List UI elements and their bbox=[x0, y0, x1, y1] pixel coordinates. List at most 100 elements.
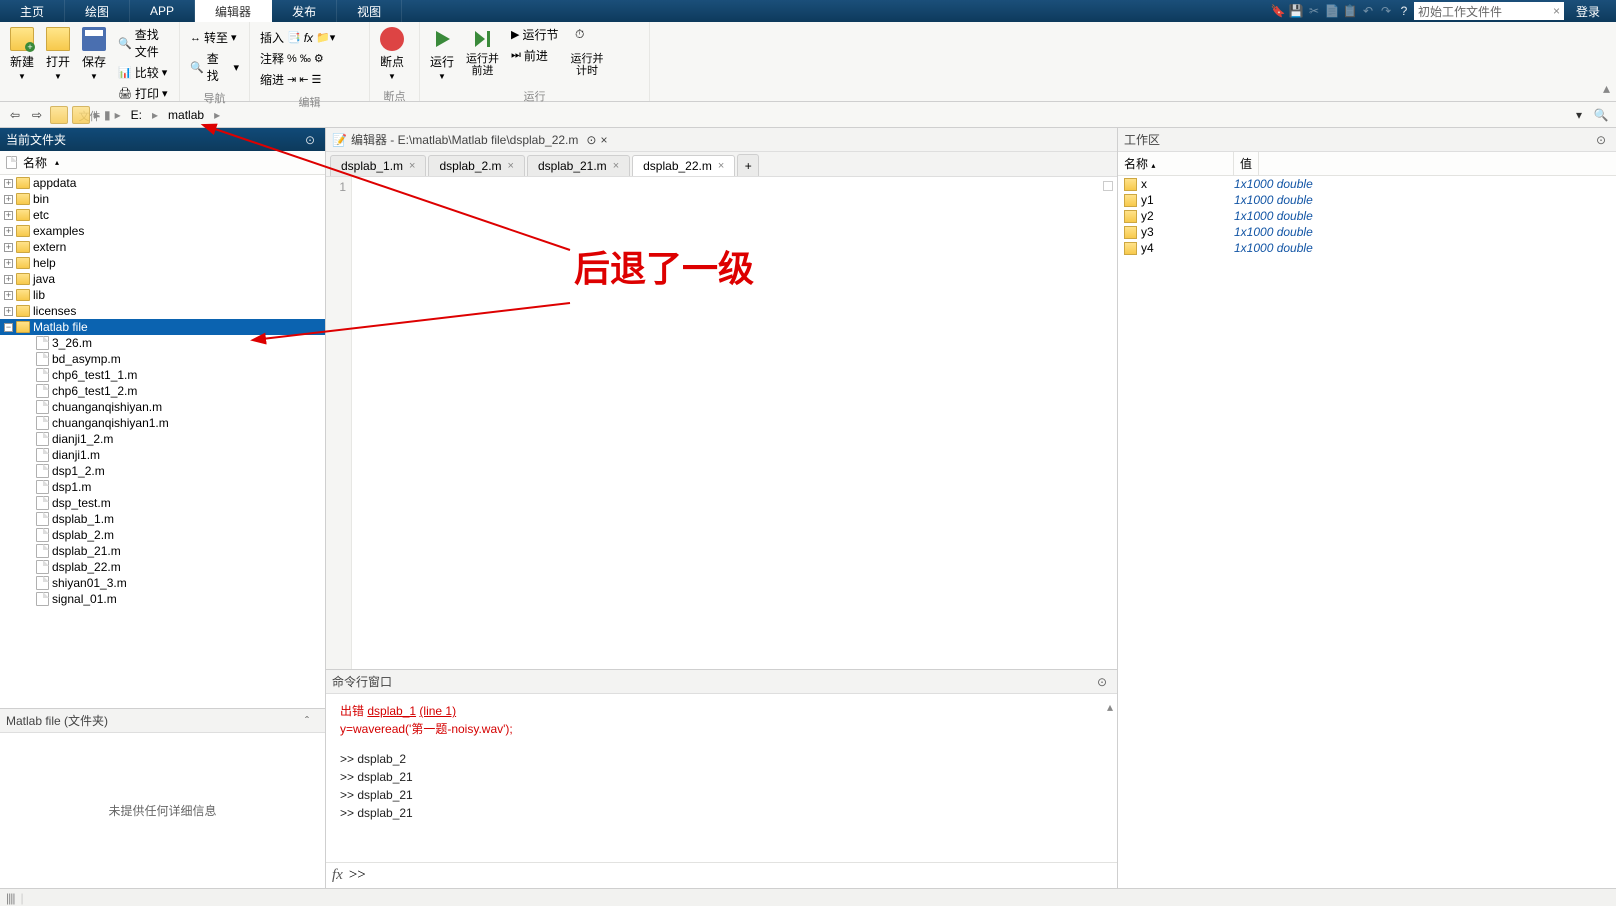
new-button[interactable]: +新建▼ bbox=[6, 25, 38, 83]
tab-close-icon[interactable]: × bbox=[718, 160, 724, 172]
path-dropdown-icon[interactable]: ▾ bbox=[1570, 106, 1588, 124]
file-item[interactable]: dsplab_22.m bbox=[0, 559, 325, 575]
workspace-var[interactable]: y21x1000 double bbox=[1118, 208, 1616, 224]
ws-menu-icon[interactable]: ⊙ bbox=[1596, 133, 1610, 147]
expand-icon[interactable]: + bbox=[4, 243, 13, 252]
new-tab-button[interactable]: + bbox=[737, 154, 759, 176]
run-advance-button[interactable]: 运行并 前进 bbox=[462, 25, 503, 79]
file-item[interactable]: signal_01.m bbox=[0, 591, 325, 607]
expand-icon[interactable]: + bbox=[4, 291, 13, 300]
shortcut-icon[interactable]: 🔖 bbox=[1270, 3, 1286, 19]
back-icon[interactable]: ⇦ bbox=[6, 106, 24, 124]
expand-icon[interactable]: + bbox=[4, 211, 13, 220]
editor-tab[interactable]: dsplab_1.m× bbox=[330, 155, 426, 176]
folder-item-java[interactable]: +java bbox=[0, 271, 325, 287]
advance-button[interactable]: ⏭ 前进 bbox=[507, 46, 562, 65]
fwd-icon[interactable]: ⇨ bbox=[28, 106, 46, 124]
file-item[interactable]: dsplab_21.m bbox=[0, 543, 325, 559]
editor-menu-icon[interactable]: ⊙ bbox=[586, 133, 596, 147]
tab-view[interactable]: 视图 bbox=[337, 0, 402, 22]
up-icon[interactable] bbox=[50, 106, 68, 124]
tab-close-icon[interactable]: × bbox=[409, 160, 415, 172]
cmd-menu-icon[interactable]: ⊙ bbox=[1097, 675, 1111, 689]
save-icon[interactable]: 💾 bbox=[1288, 3, 1304, 19]
copy-icon[interactable]: 📄 bbox=[1324, 3, 1340, 19]
command-output[interactable]: ▴ 出错 dsplab_1 (line 1) y=waveread('第一题-n… bbox=[326, 694, 1117, 862]
folder-item-help[interactable]: +help bbox=[0, 255, 325, 271]
file-item[interactable]: dianji1.m bbox=[0, 447, 325, 463]
tab-editor[interactable]: 编辑器 bbox=[195, 0, 272, 22]
workspace-columns[interactable]: 名称 ▴ 值 bbox=[1118, 152, 1616, 176]
error-file-link[interactable]: dsplab_1 bbox=[367, 704, 416, 718]
indent-button[interactable]: 缩进 ⇥ ⇤ ☰ bbox=[256, 70, 325, 89]
ws-col-name[interactable]: 名称 ▴ bbox=[1118, 152, 1234, 175]
save-button[interactable]: 保存▼ bbox=[78, 25, 110, 83]
folder-tree[interactable]: +appdata+bin+etc+examples+extern+help+ja… bbox=[0, 175, 325, 708]
file-item[interactable]: chp6_test1_2.m bbox=[0, 383, 325, 399]
expand-icon[interactable]: − bbox=[4, 323, 13, 332]
run-time-button[interactable]: ⏱运行并 计时 bbox=[567, 25, 608, 79]
editor-tab[interactable]: dsplab_2.m× bbox=[428, 155, 524, 176]
command-prompt[interactable]: fx >> bbox=[326, 862, 1117, 888]
help-icon[interactable]: ? bbox=[1396, 3, 1412, 19]
workspace-var[interactable]: x1x1000 double bbox=[1118, 176, 1616, 192]
panel-menu-icon[interactable]: ⊙ bbox=[305, 133, 319, 147]
editor-status-icon[interactable] bbox=[1103, 181, 1113, 191]
folder-item-appdata[interactable]: +appdata bbox=[0, 175, 325, 191]
tab-plot[interactable]: 绘图 bbox=[65, 0, 130, 22]
file-item[interactable]: dianji1_2.m bbox=[0, 431, 325, 447]
folder-item-etc[interactable]: +etc bbox=[0, 207, 325, 223]
workspace-var[interactable]: y31x1000 double bbox=[1118, 224, 1616, 240]
comment-button[interactable]: 注释 % ‰ ⚙ bbox=[256, 49, 328, 68]
detail-header[interactable]: Matlab file (文件夹)ˆ bbox=[0, 709, 325, 733]
error-line-link[interactable]: (line 1) bbox=[419, 704, 456, 718]
code-area[interactable] bbox=[352, 177, 1117, 669]
code-editor[interactable]: 1 bbox=[326, 176, 1117, 669]
expand-icon[interactable]: + bbox=[4, 179, 13, 188]
file-item[interactable]: bd_asymp.m bbox=[0, 351, 325, 367]
goto-button[interactable]: ↔ 转至 ▾ bbox=[186, 28, 241, 47]
command-header[interactable]: 命令行窗口 ⊙ bbox=[326, 670, 1117, 694]
workspace-list[interactable]: x1x1000 doubley11x1000 doubley21x1000 do… bbox=[1118, 176, 1616, 888]
workspace-var[interactable]: y41x1000 double bbox=[1118, 240, 1616, 256]
tab-app[interactable]: APP bbox=[130, 0, 195, 22]
run-button[interactable]: 运行▼ bbox=[426, 25, 458, 83]
expand-icon[interactable]: + bbox=[4, 227, 13, 236]
workspace-var[interactable]: y11x1000 double bbox=[1118, 192, 1616, 208]
run-section-button[interactable]: ▶ 运行节 bbox=[507, 25, 562, 44]
undo-icon[interactable]: ↶ bbox=[1360, 3, 1376, 19]
cut-icon[interactable]: ✂ bbox=[1306, 3, 1322, 19]
file-item[interactable]: chuanganqishiyan1.m bbox=[0, 415, 325, 431]
tab-close-icon[interactable]: × bbox=[508, 160, 514, 172]
print-button[interactable]: 🖨 打印 ▾ bbox=[114, 84, 173, 103]
file-item[interactable]: dsp1.m bbox=[0, 479, 325, 495]
editor-header[interactable]: 📝 编辑器 - E:\matlab\Matlab file\dsplab_22.… bbox=[326, 128, 1117, 152]
file-item[interactable]: shiyan01_3.m bbox=[0, 575, 325, 591]
folder-item-matlab-file[interactable]: −Matlab file bbox=[0, 319, 325, 335]
folder-item-extern[interactable]: +extern bbox=[0, 239, 325, 255]
breakpoint-button[interactable]: 断点▼ bbox=[376, 25, 408, 83]
file-item[interactable]: dsplab_1.m bbox=[0, 511, 325, 527]
expand-icon[interactable]: + bbox=[4, 195, 13, 204]
file-item[interactable]: dsp1_2.m bbox=[0, 463, 325, 479]
ribbon-collapse-icon[interactable]: ▴ bbox=[1603, 80, 1610, 97]
folder-item-licenses[interactable]: +licenses bbox=[0, 303, 325, 319]
expand-icon[interactable]: + bbox=[4, 259, 13, 268]
fx-icon[interactable]: fx bbox=[332, 867, 343, 884]
folder-column-header[interactable]: 名称▴ bbox=[0, 151, 325, 175]
compare-button[interactable]: 📊 比较 ▾ bbox=[114, 63, 173, 82]
file-item[interactable]: dsp_test.m bbox=[0, 495, 325, 511]
open-button[interactable]: 打开▼ bbox=[42, 25, 74, 83]
file-item[interactable]: chp6_test1_1.m bbox=[0, 367, 325, 383]
file-item[interactable]: 3_26.m bbox=[0, 335, 325, 351]
detail-collapse-icon[interactable]: ˆ bbox=[305, 714, 319, 728]
tab-home[interactable]: 主页 bbox=[0, 0, 65, 22]
workspace-header[interactable]: 工作区 ⊙ bbox=[1118, 128, 1616, 152]
find-button[interactable]: 🔍 查找 ▾ bbox=[186, 49, 243, 85]
editor-close-icon[interactable]: × bbox=[600, 133, 607, 147]
tab-close-icon[interactable]: × bbox=[613, 160, 619, 172]
insert-button[interactable]: 插入 📑 fx 📁▾ bbox=[256, 28, 339, 47]
file-item[interactable]: chuanganqishiyan.m bbox=[0, 399, 325, 415]
doc-search-input[interactable]: 初始工作文件件× bbox=[1414, 2, 1564, 20]
editor-tab[interactable]: dsplab_21.m× bbox=[527, 155, 630, 176]
